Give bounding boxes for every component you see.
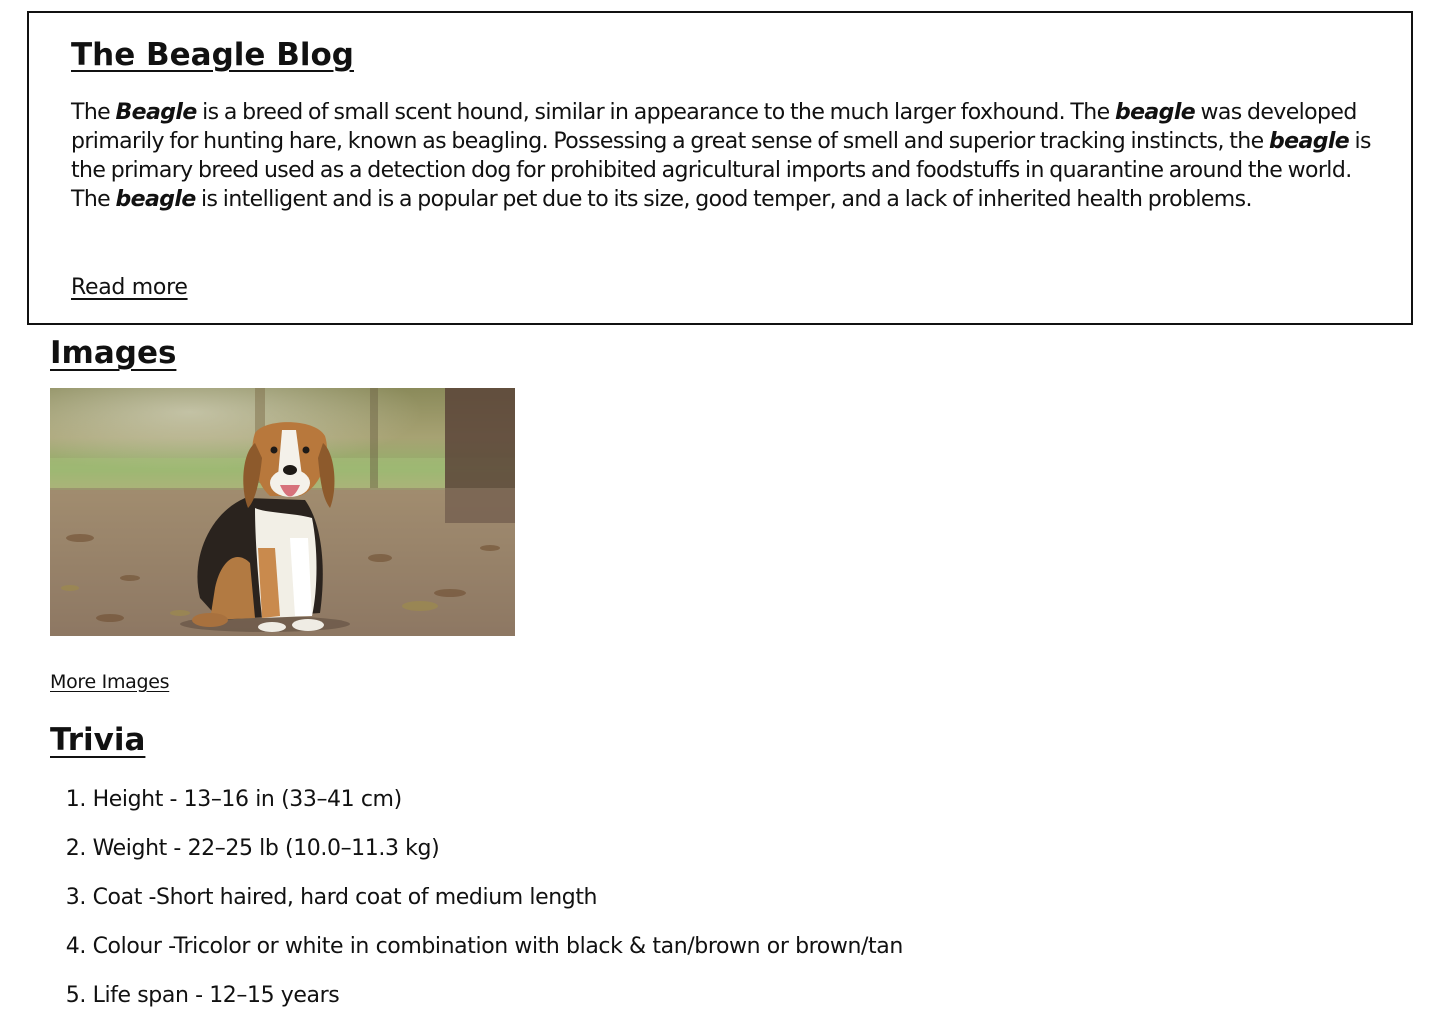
beagle-emphasis: Beagle [115,100,198,125]
beagle-photo [50,388,515,636]
trivia-item-coat: 3. Coat -Short haired, hard coat of medi… [65,885,598,910]
beagle-emphasis: beagle [1268,129,1350,154]
blog-title: The Beagle Blog [71,37,354,73]
beagle-emphasis: beagle [1114,100,1196,125]
read-more-link[interactable]: Read more [71,273,188,303]
more-images-link[interactable]: More Images [50,669,170,695]
trivia-list: 1. Height - 13–16 in (33–41 cm) 2. Weigh… [50,784,1350,1029]
trivia-item-life-span: 5. Life span - 12–15 years [65,983,340,1008]
trivia-item-colour: 4. Colour -Tricolor or white in combinat… [65,934,903,959]
trivia-item-height: 1. Height - 13–16 in (33–41 cm) [65,787,402,812]
trivia-item-weight: 2. Weight - 22–25 lb (10.0–11.3 kg) [65,836,440,861]
beagle-emphasis: beagle [115,187,197,212]
blog-intro-paragraph: The Beagle is a breed of small scent hou… [71,100,1371,212]
images-heading: Images [50,335,177,371]
trivia-heading: Trivia [50,722,146,758]
blog-card: The Beagle Blog The Beagle is a breed of… [27,11,1413,325]
